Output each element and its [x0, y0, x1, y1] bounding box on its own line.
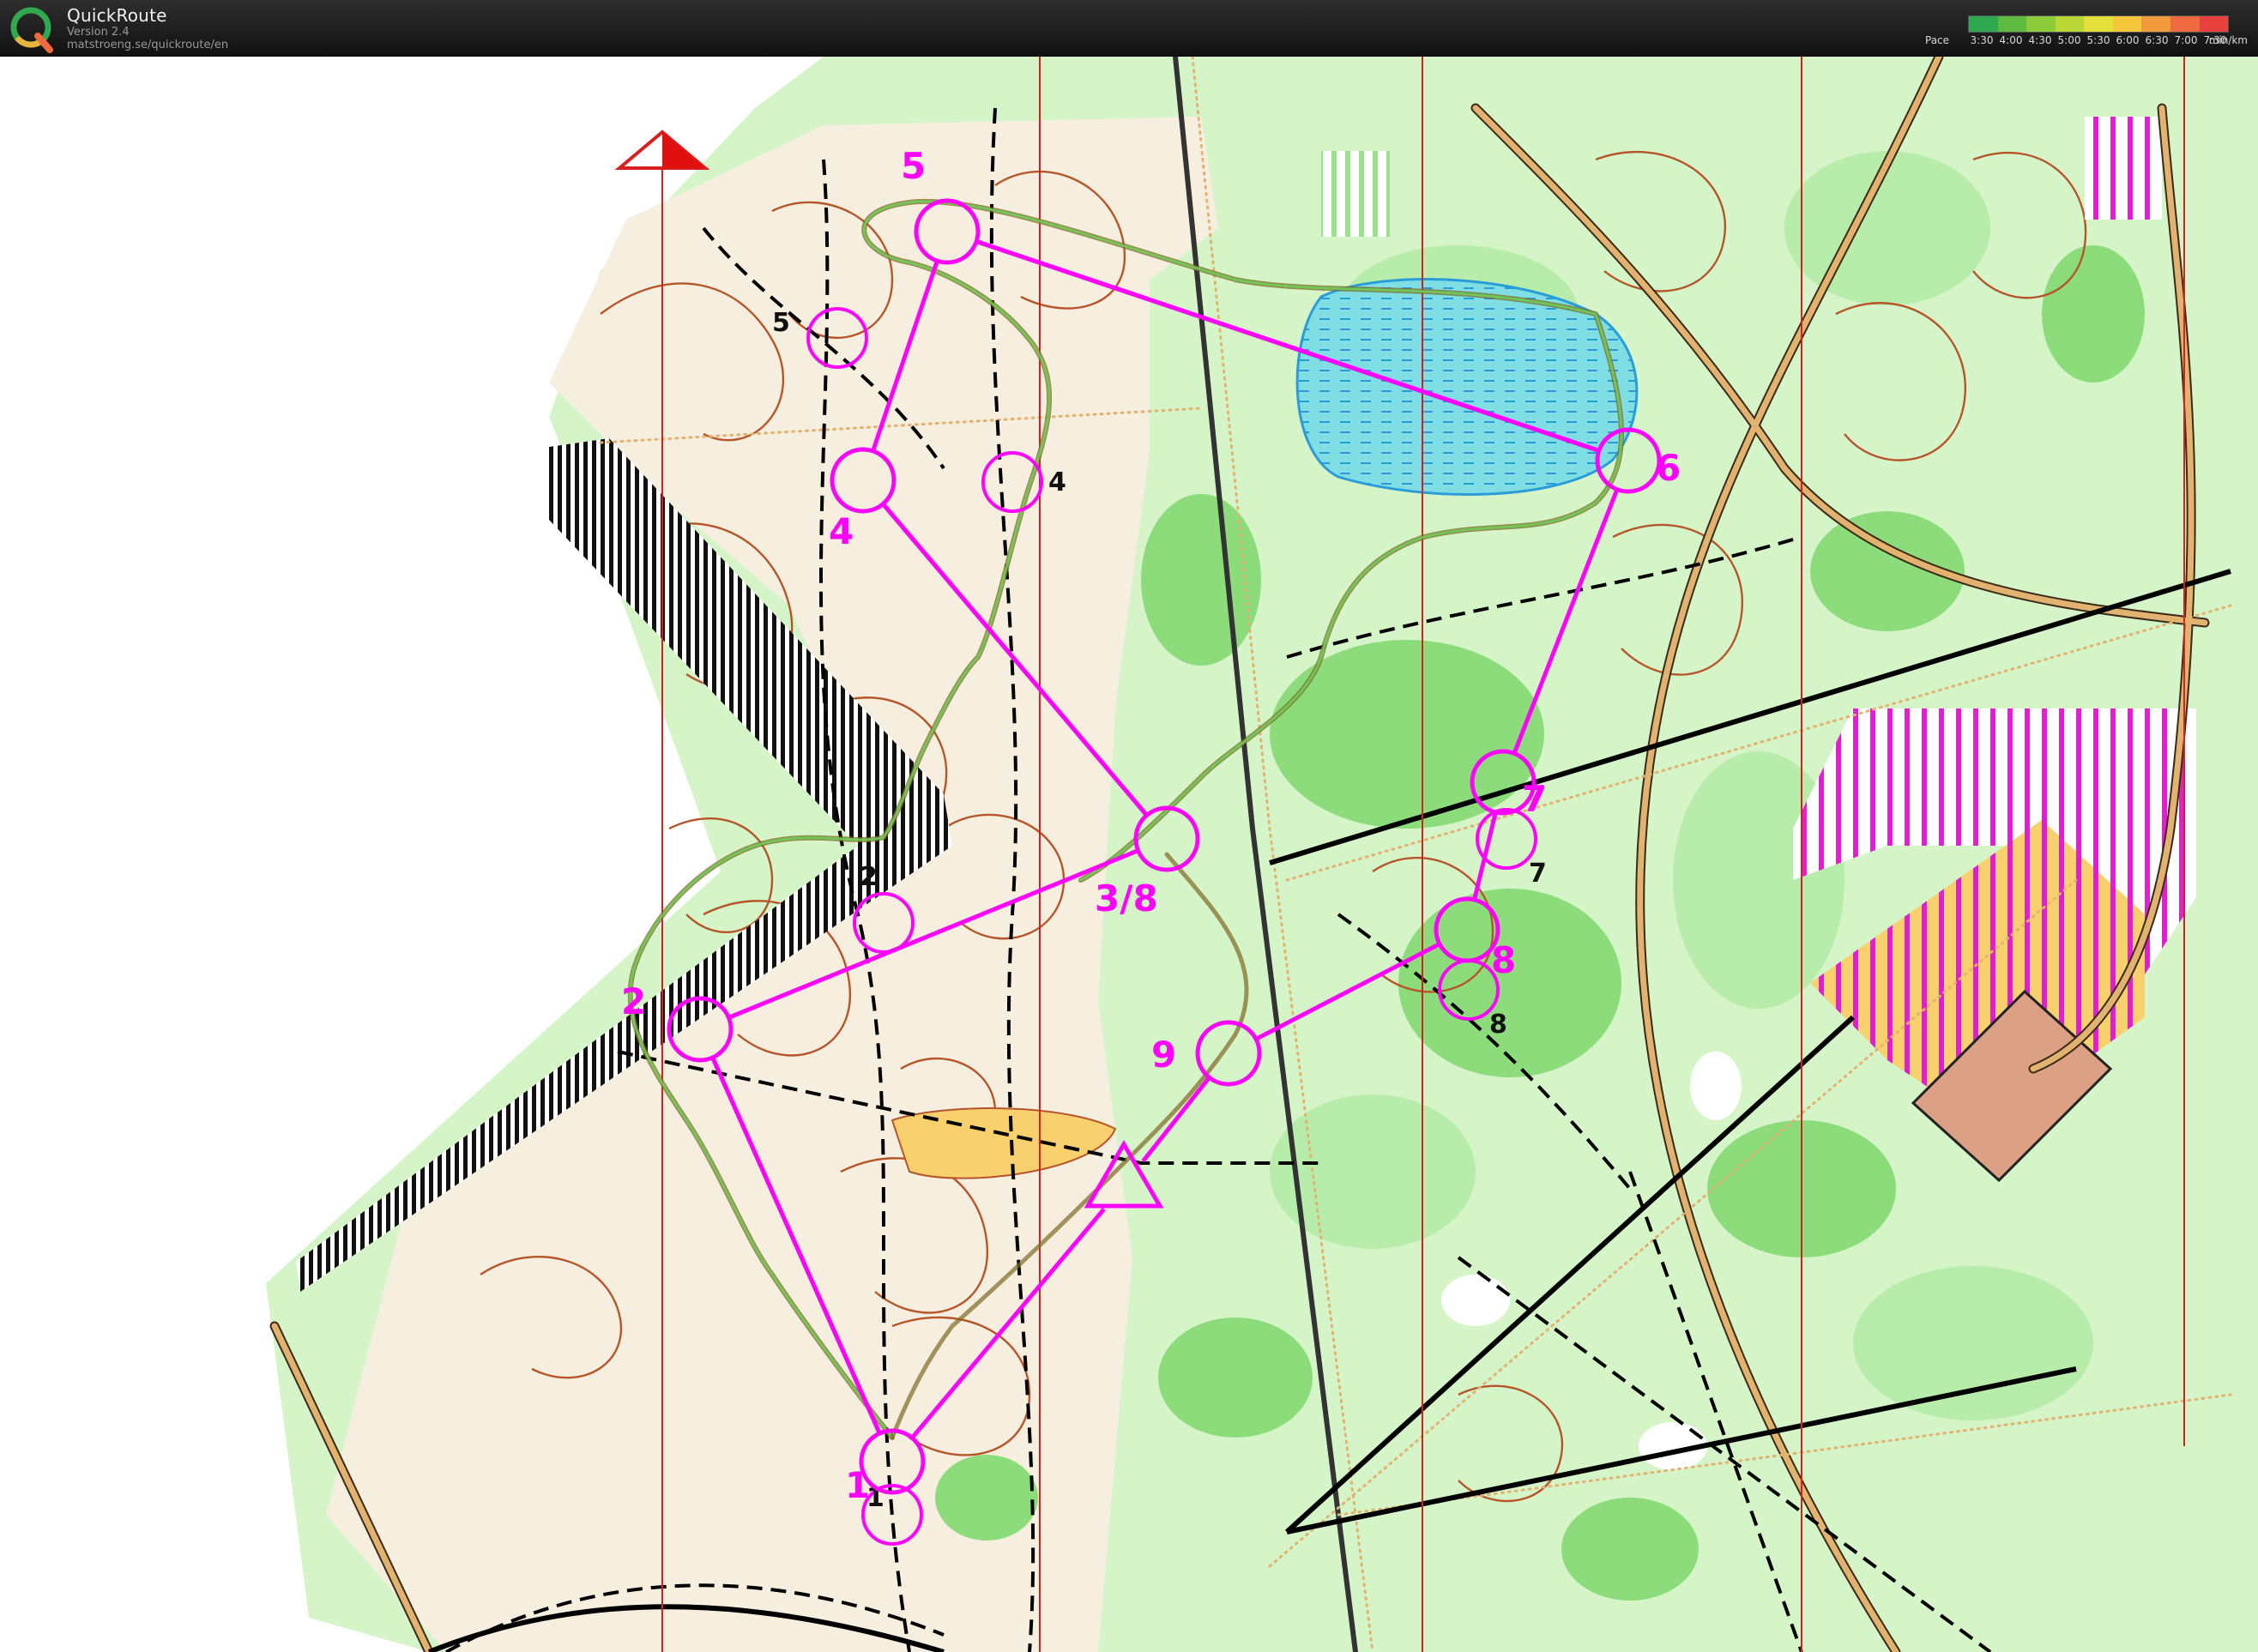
forest-patch [1561, 1498, 1699, 1601]
pace-color-scale [1968, 15, 2229, 33]
pace-tick: 5:00 [2057, 34, 2081, 46]
secondary-control-number: 8 [1489, 1010, 1507, 1040]
secondary-control-number: 5 [772, 308, 790, 338]
pace-tick: 7:00 [2174, 34, 2198, 46]
control-number: 9 [1151, 1034, 1176, 1076]
pace-tick: 3:30 [1970, 34, 1994, 46]
pace-swatch [2170, 16, 2200, 32]
control-number: 8 [1491, 939, 1516, 981]
orienteering-map-view[interactable]: 124578 1 2 3/8 4 5 6 7 8 9 [0, 57, 2258, 1652]
pace-swatch [2199, 16, 2229, 32]
pace-swatch [2026, 16, 2056, 32]
forest-patch [1398, 889, 1621, 1077]
quickroute-q-logo-icon [10, 7, 53, 53]
control-number: 3/8 [1095, 877, 1158, 919]
pace-tick: 4:00 [1999, 34, 2023, 46]
pace-tick: 5:30 [2086, 34, 2110, 46]
control-number: 5 [901, 145, 926, 187]
control-number: 1 [845, 1464, 870, 1506]
control-number: 7 [1522, 778, 1547, 820]
secondary-control-number: 2 [860, 862, 878, 892]
control-number: 4 [829, 510, 854, 552]
green-stripe-field [1321, 151, 1390, 237]
orienteering-map[interactable]: 124578 123/8456789 [0, 57, 2258, 1652]
secondary-control-number: 4 [1048, 467, 1066, 497]
pace-swatch [2112, 16, 2142, 32]
pace-label: Pace [1925, 34, 1950, 46]
app-name: QuickRoute [67, 5, 167, 26]
open-patch [1441, 1275, 1510, 1326]
forest-patch [1141, 494, 1261, 666]
pace-tick: 4:30 [2028, 34, 2052, 46]
pace-legend: Pace min/km 3:30 4:00 4:30 5:00 5:30 6:00 6:30… [1925, 15, 2248, 50]
pace-tick: 6:30 [2145, 34, 2169, 46]
forest-patch [2042, 245, 2145, 383]
pace-swatch [2055, 16, 2085, 32]
forest-patch [935, 1455, 1038, 1540]
app-version: Version 2.4 [67, 26, 130, 39]
terrain-layer [266, 57, 2258, 1652]
app-url[interactable]: matstroeng.se/quickroute/en [67, 39, 228, 51]
app-header: QuickRoute Version 2.4 matstroeng.se/qui… [0, 0, 2258, 57]
pace-tick: 7:30 [2203, 34, 2227, 46]
pace-swatch [2084, 16, 2113, 32]
pace-swatch [1997, 16, 2027, 32]
green-stripe-field-2 [2085, 117, 2162, 220]
forest-patch [1270, 640, 1544, 829]
pace-swatch [2141, 16, 2170, 32]
control-number: 6 [1656, 447, 1681, 489]
pace-tick: 6:00 [2116, 34, 2140, 46]
secondary-control-number: 7 [1529, 859, 1547, 889]
forest-patch [1158, 1317, 1313, 1438]
forest-patch [1784, 151, 1990, 305]
pace-tick-labels: Pace min/km 3:30 4:00 4:30 5:00 5:30 6:00 6:30… [1925, 34, 2248, 48]
control-number: 2 [621, 980, 646, 1022]
pace-swatch [1969, 16, 1998, 32]
forest-patch [1853, 1266, 2093, 1420]
open-patch [1690, 1052, 1742, 1120]
